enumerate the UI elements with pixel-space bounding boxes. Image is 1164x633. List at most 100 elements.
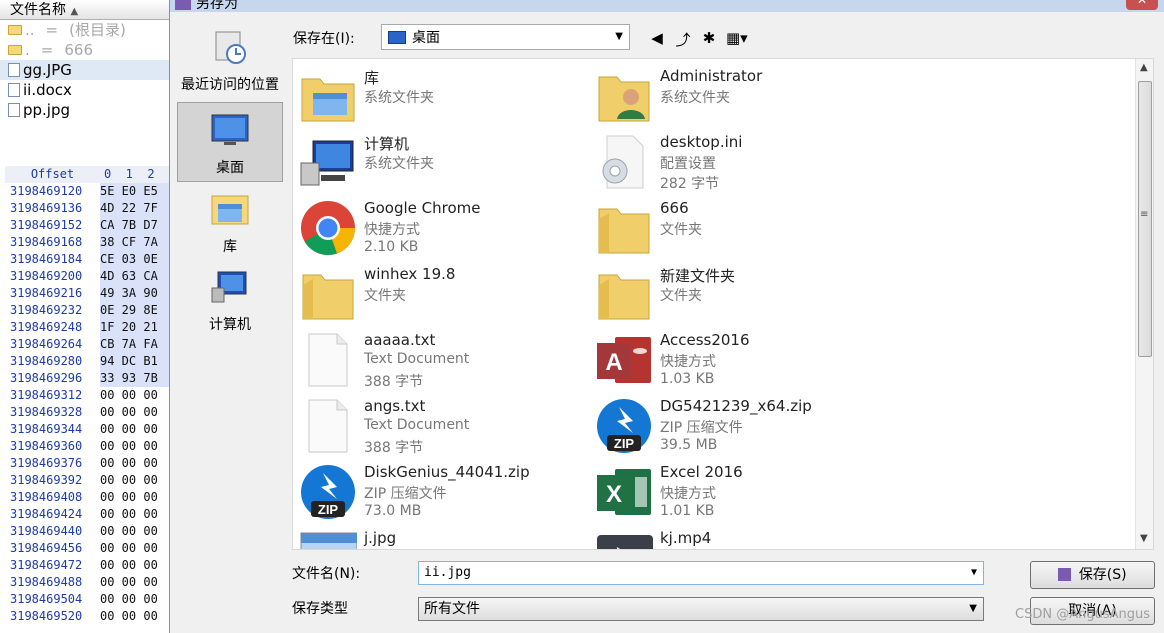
hex-bytes[interactable]: CA 7B D7	[100, 217, 169, 234]
hex-offset: 3198469456	[10, 541, 83, 555]
file-list-row[interactable]: pp.jpg	[0, 100, 169, 120]
computer-icon	[210, 268, 250, 310]
hex-bytes[interactable]: 00 00 00	[100, 387, 169, 404]
hex-bytes[interactable]: 1F 20 21	[100, 319, 169, 336]
filename-input[interactable]: ii.jpg ▼	[418, 561, 984, 585]
hex-row: 3198469376 00 00 00	[5, 455, 169, 472]
hex-offset: 3198469392	[10, 473, 83, 487]
hex-bytes[interactable]: CB 7A FA	[100, 336, 169, 353]
back-icon[interactable]: ◀	[648, 29, 666, 50]
hex-bytes[interactable]: 5E E0 E5	[100, 183, 169, 200]
recent-places-icon	[210, 28, 250, 70]
file-list-row[interactable]: .. = (根目录)	[0, 20, 169, 40]
file-item[interactable]: Google Chrome 快捷方式 2.10 KB	[293, 195, 583, 261]
file-item[interactable]: ZIP DG5421239_x64.zip ZIP 压缩文件 39.5 MB	[589, 393, 879, 459]
vertical-scrollbar[interactable]: ▲ ≡ ▼	[1135, 59, 1153, 549]
hex-offset: 3198469520	[10, 609, 83, 623]
file-list-view[interactable]: ▲ ≡ ▼ 库系统文件夹 计算机 系统文件夹 Google Chrome 快捷方式 2.1…	[292, 58, 1154, 550]
video-file-icon	[595, 529, 653, 549]
file-item-type: 系统文件夹	[364, 156, 434, 172]
hex-bytes[interactable]: 00 00 00	[100, 557, 169, 574]
folder-icon	[8, 25, 22, 35]
hex-bytes[interactable]: CE 03 0E	[100, 251, 169, 268]
hex-offset: 3198469360	[10, 439, 83, 453]
hex-bytes[interactable]: 4D 22 7F	[100, 200, 169, 217]
hex-bytes[interactable]: 94 DC B1	[100, 353, 169, 370]
file-item[interactable]: A Access2016 快捷方式 1.03 KB	[589, 327, 879, 393]
hex-bytes[interactable]: 33 93 7B	[100, 370, 169, 387]
up-folder-icon[interactable]: ⤴	[674, 29, 692, 50]
file-item[interactable]: 666 文件夹	[589, 195, 879, 261]
hex-bytes[interactable]: 49 3A 90	[100, 285, 169, 302]
save-button-label: 保存(S)	[1078, 567, 1127, 583]
hex-offset: 3198469120	[10, 184, 83, 198]
hex-offset: 3198469248	[10, 320, 83, 334]
file-item[interactable]: Administrator 系统文件夹	[589, 63, 879, 129]
hex-bytes[interactable]: 00 00 00	[100, 506, 169, 523]
hex-bytes[interactable]: 00 00 00	[100, 438, 169, 455]
hex-bytes[interactable]: 00 00 00	[100, 591, 169, 608]
hex-row: 3198469408 00 00 00	[5, 489, 169, 506]
file-list-row[interactable]: ii.docx	[0, 80, 169, 100]
file-item[interactable]: angs.txt Text Document 388 字节	[293, 393, 583, 459]
hex-bytes[interactable]: 00 00 00	[100, 421, 169, 438]
file-item[interactable]: desktop.ini 配置设置 282 字节	[589, 129, 879, 195]
file-item[interactable]: 计算机 系统文件夹	[293, 129, 583, 195]
file-item-type: 配置设置	[660, 156, 716, 172]
hex-row: 3198469216 49 3A 90	[5, 285, 169, 302]
file-item-type: 快捷方式	[364, 222, 420, 238]
file-name-column-header[interactable]: 文件名称 ▲	[0, 0, 169, 20]
scroll-up-icon[interactable]: ▲	[1140, 62, 1148, 73]
hex-offset: 3198469376	[10, 456, 83, 470]
hex-bytes[interactable]: 00 00 00	[100, 404, 169, 421]
save-button[interactable]: 保存(S)	[1030, 561, 1155, 589]
hex-view[interactable]: Offset 0 1 2 3198469120 5E E0 E5 319846913…	[5, 166, 169, 633]
new-folder-icon[interactable]: ✱	[700, 29, 718, 50]
filetype-select[interactable]: 所有文件 ▼	[418, 597, 984, 621]
hex-bytes[interactable]: 38 CF 7A	[100, 234, 169, 251]
dialog-titlebar[interactable]: 另存为	[170, 0, 1164, 12]
save-in-dropdown[interactable]: 桌面 ▼	[381, 24, 630, 50]
hex-bytes[interactable]: 0E 29 8E	[100, 302, 169, 319]
file-item[interactable]: j.jpg	[293, 525, 583, 549]
place-computer[interactable]: 计算机	[177, 264, 283, 338]
file-item-type: ZIP 压缩文件	[660, 420, 743, 436]
hex-bytes[interactable]: 00 00 00	[100, 489, 169, 506]
hex-bytes[interactable]: 00 00 00	[100, 608, 169, 625]
scroll-down-icon[interactable]: ▼	[1140, 533, 1148, 544]
hex-row: 3198469440 00 00 00	[5, 523, 169, 540]
place-library[interactable]: 库	[177, 186, 283, 260]
file-item-size: 1.01 KB	[660, 503, 715, 519]
watermark: CSDN @AngusAngus	[1015, 607, 1150, 622]
hex-bytes[interactable]: 00 00 00	[100, 523, 169, 540]
file-item[interactable]: winhex 19.8 文件夹	[293, 261, 583, 327]
place-desktop[interactable]: 桌面	[177, 102, 283, 182]
file-list-row[interactable]: gg.JPG	[0, 60, 169, 80]
place-recent-places[interactable]: 最近访问的位置	[177, 24, 283, 98]
file-item[interactable]: kj.mp4	[589, 525, 879, 549]
view-menu-icon[interactable]: ▦▾	[726, 29, 748, 50]
chevron-down-icon[interactable]: ▼	[971, 562, 977, 584]
hex-bytes[interactable]: 00 00 00	[100, 574, 169, 591]
file-item[interactable]: ZIP DiskGenius_44041.zip ZIP 压缩文件 73.0 MB	[293, 459, 583, 525]
hex-row: 3198469344 00 00 00	[5, 421, 169, 438]
file-item[interactable]: 库系统文件夹	[293, 63, 583, 129]
filename-label: 文件名(N):	[292, 566, 361, 582]
file-note: (根目录)	[69, 21, 126, 39]
hex-bytes[interactable]: 00 00 00	[100, 472, 169, 489]
file-item[interactable]: 新建文件夹 文件夹	[589, 261, 879, 327]
file-item-type: 快捷方式	[660, 354, 716, 370]
hex-bytes[interactable]: 00 00 00	[100, 455, 169, 472]
file-item[interactable]: X Excel 2016 快捷方式 1.01 KB	[589, 459, 879, 525]
hex-bytes[interactable]: 4D 63 CA	[100, 268, 169, 285]
hex-row: 3198469328 00 00 00	[5, 404, 169, 421]
hex-row: 3198469200 4D 63 CA	[5, 268, 169, 285]
file-list-row[interactable]: . = 666	[0, 40, 169, 60]
close-button[interactable]: ✕	[1126, 0, 1158, 10]
file-item-name: Google Chrome	[364, 199, 481, 217]
user-folder-icon	[595, 67, 653, 125]
chevron-down-icon: ▼	[615, 31, 623, 42]
hex-bytes[interactable]: 00 00 00	[100, 540, 169, 557]
save-as-dialog: 另存为 ✕ 最近访问的位置 桌面库计算机 保存在(I): 桌面 ▼ ◀ ⤴ ✱ ▦…	[170, 0, 1164, 633]
file-item[interactable]: aaaaa.txt Text Document 388 字节	[293, 327, 583, 393]
